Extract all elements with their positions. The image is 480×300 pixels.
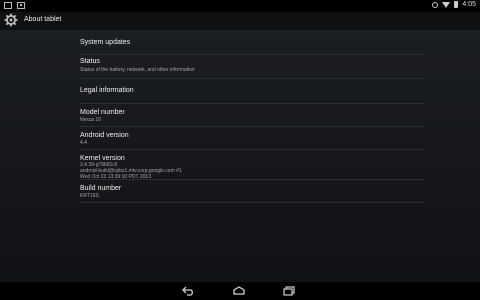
list-item-build-number[interactable]: Build number KRT16S bbox=[80, 180, 424, 203]
item-summary: Nexus 10 bbox=[80, 117, 102, 123]
back-icon bbox=[182, 286, 193, 296]
settings-list-area: System updates Status Status of the batt… bbox=[0, 30, 480, 282]
home-icon bbox=[233, 286, 245, 295]
item-title: Kernel version bbox=[80, 155, 125, 162]
about-tablet-list: System updates Status Status of the batt… bbox=[80, 30, 424, 203]
screenshot-icon bbox=[4, 2, 12, 9]
item-title: Build number bbox=[80, 185, 122, 192]
status-bar: 4:05 bbox=[0, 0, 480, 12]
list-item-legal-information[interactable]: Legal information bbox=[80, 79, 424, 104]
notification-icons bbox=[4, 2, 25, 9]
item-summary: 4.4 bbox=[80, 140, 87, 146]
item-title: System updates bbox=[80, 39, 131, 46]
clock: 4:05 bbox=[462, 1, 476, 8]
alarm-icon bbox=[432, 1, 439, 8]
item-title: Android version bbox=[80, 132, 129, 139]
navigation-bar bbox=[0, 282, 480, 300]
item-title: Legal information bbox=[80, 87, 134, 94]
image-icon bbox=[17, 2, 25, 9]
wifi-icon bbox=[442, 1, 451, 8]
list-item-kernel-version: Kernel version 3.4.39-g79b81c5 android-b… bbox=[80, 150, 424, 180]
recent-apps-icon bbox=[283, 286, 295, 296]
battery-icon bbox=[454, 1, 459, 8]
item-title: Model number bbox=[80, 109, 125, 116]
item-summary: Status of the battery, network, and othe… bbox=[80, 67, 195, 73]
list-item-status[interactable]: Status Status of the battery, network, a… bbox=[80, 55, 424, 79]
item-summary: KRT16S bbox=[80, 193, 99, 199]
list-item-android-version[interactable]: Android version 4.4 bbox=[80, 127, 424, 150]
home-button[interactable] bbox=[232, 285, 246, 297]
recent-apps-button[interactable] bbox=[282, 285, 296, 297]
page-title: About tablet bbox=[24, 16, 62, 23]
action-bar: About tablet bbox=[0, 12, 480, 30]
settings-gear-icon[interactable] bbox=[4, 13, 18, 27]
system-icons: 4:05 bbox=[432, 1, 476, 8]
list-item-model-number: Model number Nexus 10 bbox=[80, 104, 424, 127]
back-button[interactable] bbox=[182, 285, 196, 297]
item-title: Status bbox=[80, 58, 100, 65]
list-item-system-updates[interactable]: System updates bbox=[80, 30, 424, 55]
